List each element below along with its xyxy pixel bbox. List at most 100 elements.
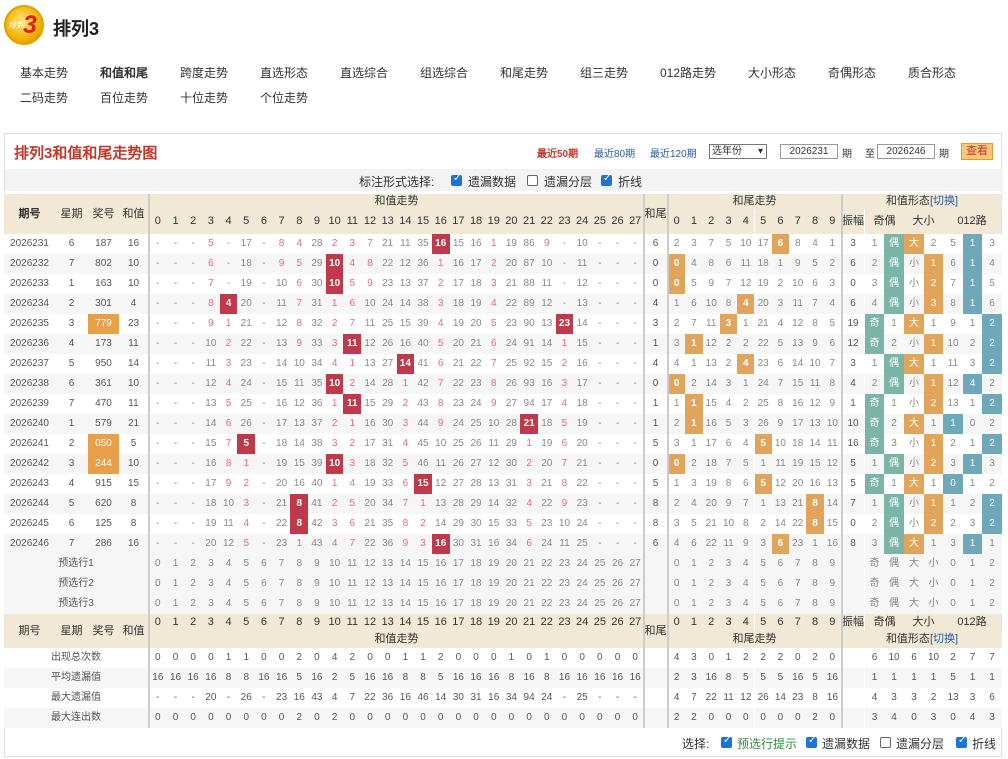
nav-link[interactable]: 直选综合 xyxy=(340,64,388,81)
tail-trend-cell: 15 xyxy=(823,514,841,534)
nav-link[interactable]: 012路走势 xyxy=(660,64,716,81)
footer-missing-data-checkbox[interactable] xyxy=(806,735,817,748)
query-button[interactable]: 查看 xyxy=(961,143,993,160)
from-issue-input[interactable]: 2026231 xyxy=(780,144,838,159)
missing-data-checkbox[interactable] xyxy=(451,173,462,186)
missing-layer-checkbox[interactable] xyxy=(527,175,538,186)
predict-sum-cell: 8 xyxy=(290,574,309,594)
sum-trend-cell: - xyxy=(166,494,185,514)
sum-trend-cell: 12 xyxy=(484,454,503,474)
nav-link[interactable]: 奇偶形态 xyxy=(828,64,876,81)
sum-trend-cell: - xyxy=(591,274,609,294)
nav-link[interactable]: 和尾走势 xyxy=(500,64,548,81)
sum-trend-cell: 1 xyxy=(414,494,432,514)
nav-link[interactable]: 大小形态 xyxy=(748,64,796,81)
stat-tail-trend-cell: 5 xyxy=(754,668,772,688)
sum-trend-cell: 1 xyxy=(520,434,538,454)
amplitude-value: 5 xyxy=(842,454,864,474)
odd-cell: 奇 xyxy=(865,394,884,414)
sum-trend-cell: 87 xyxy=(520,254,538,274)
sum-trend-cell: - xyxy=(184,394,203,414)
nav-link[interactable]: 个位走势 xyxy=(260,89,308,106)
footer-polyline-checkbox[interactable] xyxy=(956,735,967,748)
route-cell: 2 xyxy=(982,514,1002,534)
nav-link[interactable]: 和值和尾 xyxy=(100,64,148,81)
predict-tail-trend-cell: 5 xyxy=(754,594,772,614)
recent-120-link[interactable]: 最近120期 xyxy=(650,145,697,160)
recent-80-link[interactable]: 最近80期 xyxy=(594,145,635,160)
stat-form-cell: 4 xyxy=(884,708,904,728)
stat-sum-cell: 0 xyxy=(308,648,326,668)
footer-missing-layer-checkbox[interactable] xyxy=(880,737,891,748)
sum-trend-cell: 19 xyxy=(467,294,485,314)
predict-sum-cell: 3 xyxy=(202,574,220,594)
small-cell: 3 xyxy=(924,294,943,314)
nav-link[interactable]: 直选形态 xyxy=(260,64,308,81)
sum-trend-cell: 4 xyxy=(396,434,415,454)
nav-link[interactable]: 十位走势 xyxy=(180,89,228,106)
stat-sum-cell: 16 xyxy=(202,668,220,688)
nav-link[interactable]: 基本走势 xyxy=(20,64,68,81)
predict-amplitude-cell xyxy=(842,574,864,594)
year-select[interactable]: 选年份 ▾ xyxy=(709,144,767,159)
sum-trend-cell: - xyxy=(591,494,609,514)
route-cell: 2 xyxy=(982,414,1002,434)
predict-sum-cell: 5 xyxy=(237,574,256,594)
polyline-checkbox[interactable] xyxy=(601,173,612,186)
sum-trend-cell: 5 xyxy=(343,494,362,514)
weekday: 2 xyxy=(55,434,88,454)
nav-link[interactable]: 质合形态 xyxy=(908,64,956,81)
stat-tail-trend-cell: 12 xyxy=(737,688,755,708)
sum-trend-col-label: 0 xyxy=(149,614,167,631)
sum-trend-cell: 20 xyxy=(502,254,521,274)
sum-trend-cell: 24 xyxy=(237,374,256,394)
issue-number: 2026243 xyxy=(4,474,55,494)
tail-trend-cell: 3 xyxy=(668,514,686,534)
stat-sum-cell: - xyxy=(184,688,203,708)
predict-sum-cell: 11 xyxy=(343,554,362,574)
stat-form-cell: 7 xyxy=(982,648,1002,668)
recent-50-link[interactable]: 最近50期 xyxy=(537,145,578,160)
sum-trend-cell: 9 xyxy=(272,254,291,274)
stat-sum-cell: 0 xyxy=(166,708,185,728)
form-switch-link-2[interactable]: [切换] xyxy=(930,633,958,645)
sum-trend-cell: - xyxy=(149,414,167,434)
nav-link[interactable]: 组三走势 xyxy=(580,64,628,81)
tail-header: 和尾 xyxy=(644,194,667,234)
small-cell: 1 xyxy=(924,334,943,354)
sum-trend-cell: 23 xyxy=(272,534,291,554)
stat-tail-trend-cell: 2 xyxy=(668,668,686,688)
form-switch-link[interactable]: [切换] xyxy=(930,195,958,207)
stat-tail-trend-cell: 2 xyxy=(771,648,790,668)
big-cell: 小 xyxy=(904,394,924,414)
sum-trend-cell: 16 xyxy=(396,334,415,354)
sum-trend-cell: 5 xyxy=(219,394,238,414)
sum-trend-cell: 93 xyxy=(520,374,538,394)
stat-tail-trend-cell: 1 xyxy=(719,648,738,668)
nav-link[interactable]: 二码走势 xyxy=(20,89,68,106)
predict-hint-checkbox[interactable] xyxy=(721,735,732,748)
nav-link[interactable]: 跨度走势 xyxy=(180,64,228,81)
sum-trend-cell: - xyxy=(184,494,203,514)
sum-trend-cell: 9 xyxy=(555,494,574,514)
route-cell: 1 xyxy=(963,234,982,254)
tail-trend-cell: 6 xyxy=(737,474,755,494)
tail-trend-cell: 1 xyxy=(668,394,686,414)
predict-small-cell: 小 xyxy=(924,594,943,614)
stat-form-cell: 4 xyxy=(865,688,884,708)
route-cell: 2 xyxy=(963,494,982,514)
sum-trend-cell: - xyxy=(626,254,645,274)
sum-trend-cell: 39 xyxy=(308,454,326,474)
nav-link[interactable]: 百位走势 xyxy=(100,89,148,106)
stat-tail-trend-cell: 0 xyxy=(754,708,772,728)
nav-link[interactable]: 组选综合 xyxy=(420,64,468,81)
amplitude-value: 7 xyxy=(842,494,864,514)
to-issue-input[interactable]: 2026246 xyxy=(877,144,935,159)
stat-sum-cell: 24 xyxy=(537,688,556,708)
sum-value: 10 xyxy=(119,274,148,294)
tail-trend-cell: 1 xyxy=(685,334,703,354)
sum-trend-cell: 13 xyxy=(537,314,556,334)
stat-tail-trend-cell: 2 xyxy=(806,708,824,728)
amplitude-header: 振幅 xyxy=(842,209,864,234)
tail-trend-cell: 13 xyxy=(702,354,720,374)
